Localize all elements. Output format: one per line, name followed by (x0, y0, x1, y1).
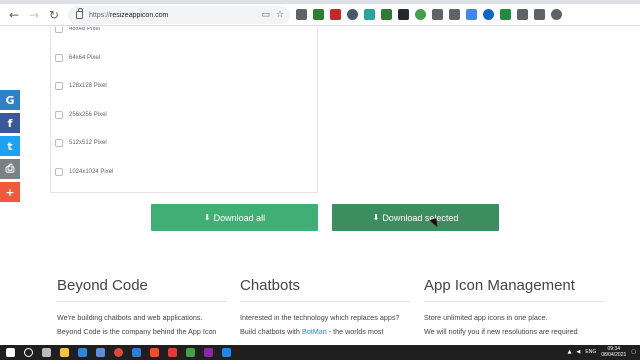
star-icon[interactable]: ☆ (276, 9, 284, 21)
app-icon[interactable] (168, 348, 177, 357)
language-indicator[interactable]: ENG (585, 349, 596, 355)
size-checkbox[interactable] (55, 53, 63, 62)
extension-icon[interactable] (517, 9, 528, 20)
edge-icon[interactable] (78, 348, 87, 357)
size-option[interactable]: 512x512 Pixel (55, 139, 107, 147)
app-icon[interactable] (186, 348, 195, 357)
section-title: Beyond Code (57, 277, 148, 294)
lock-icon (76, 8, 83, 19)
app-icon-management-section: App Icon Management Store unlimited app … (424, 277, 604, 341)
extension-icon[interactable] (381, 9, 392, 20)
url-text: https://resizeappicon.com (89, 11, 169, 19)
section-title: App Icon Management (424, 277, 575, 294)
windows-taskbar: ▲ ◀ ENG 09:34 08/04/2021 ▢ (0, 345, 640, 360)
cast-icon[interactable]: ▭ (261, 9, 270, 21)
extension-icon[interactable] (347, 9, 358, 20)
vscode-icon[interactable] (132, 348, 141, 357)
section-title: Chatbots (240, 277, 301, 294)
size-option[interactable]: 1024x1024 Pixel (55, 167, 114, 176)
app-icon[interactable] (222, 348, 231, 357)
extension-icon[interactable] (551, 9, 562, 20)
size-checkbox[interactable] (55, 82, 63, 90)
more-share-icon[interactable]: + (0, 182, 20, 202)
size-option[interactable]: 256x256 Pixel (55, 110, 107, 119)
size-label: 64x64 Pixel (69, 54, 101, 61)
google-share-icon[interactable]: G (0, 90, 20, 110)
size-checkbox[interactable] (55, 139, 63, 147)
clock[interactable]: 09:34 08/04/2021 (601, 346, 626, 358)
forward-icon[interactable]: → (24, 5, 44, 25)
chrome-icon[interactable] (114, 348, 123, 357)
size-option[interactable]: 48x48 Pixel (55, 27, 100, 33)
size-label: 256x256 Pixel (69, 111, 107, 118)
size-label: 48x48 Pixel (69, 27, 101, 32)
file-explorer-icon[interactable] (60, 348, 69, 357)
extension-icon[interactable] (466, 9, 477, 20)
size-label: 1024x1024 Pixel (69, 168, 114, 175)
extension-icon[interactable] (330, 9, 341, 20)
notifications-icon[interactable]: ▢ (631, 349, 636, 355)
address-bar[interactable]: https://resizeappicon.com ▭ ☆ (68, 6, 290, 24)
botman-link[interactable]: BotMan (302, 327, 327, 336)
extension-icon[interactable] (432, 9, 443, 20)
beyond-code-section: Beyond Code We're building chatbots and … (57, 277, 227, 341)
extension-icon[interactable] (500, 9, 511, 20)
back-icon[interactable]: ← (4, 5, 24, 25)
size-checkbox[interactable] (55, 167, 63, 176)
extension-icon[interactable] (534, 9, 545, 20)
extensions-area (296, 9, 562, 20)
windows-start-icon[interactable] (6, 348, 15, 357)
extension-icon[interactable] (483, 9, 494, 20)
download-icon: ⬇ (372, 213, 380, 222)
browser-toolbar: ← → ↻ https://resizeappicon.com ▭ ☆ (0, 4, 640, 26)
network-icon[interactable]: ▲ (568, 349, 572, 355)
download-all-button[interactable]: ⬇ Download all (151, 204, 318, 231)
print-share-icon[interactable]: ⎙ (0, 159, 20, 179)
extension-icon[interactable] (415, 9, 426, 20)
divider (424, 301, 604, 302)
page-content: 48x48 Pixel 64x64 Pixel 128x128 Pixel 256x2… (0, 27, 640, 345)
app-icon[interactable] (204, 348, 213, 357)
system-tray: ▲ ◀ ENG 09:34 08/04/2021 ▢ (568, 346, 636, 358)
task-view-icon[interactable] (42, 348, 51, 357)
facebook-share-icon[interactable]: f (0, 113, 20, 133)
reload-icon[interactable]: ↻ (44, 5, 64, 25)
divider (57, 301, 227, 302)
extension-icon[interactable] (364, 9, 375, 20)
size-checkbox[interactable] (55, 27, 63, 33)
extension-icon[interactable] (313, 9, 324, 20)
volume-icon[interactable]: ◀ (577, 349, 581, 355)
divider (240, 301, 410, 302)
twitter-share-icon[interactable]: t (0, 136, 20, 156)
download-selected-button[interactable]: ⬇ Download selected (332, 204, 499, 231)
extension-icon[interactable] (398, 9, 409, 20)
size-label: 128x128 Pixel (69, 83, 107, 89)
size-option[interactable]: 128x128 Pixel (55, 82, 107, 90)
size-option[interactable]: 64x64 Pixel (55, 53, 101, 62)
chatbots-section: Chatbots Interested in the technology wh… (240, 277, 410, 341)
size-label: 512x512 Pixel (69, 140, 107, 146)
search-icon[interactable] (24, 348, 33, 357)
download-icon: ⬇ (203, 213, 211, 222)
store-icon[interactable] (96, 348, 105, 357)
size-options-panel: 48x48 Pixel 64x64 Pixel 128x128 Pixel 256x2… (50, 27, 318, 193)
app-icon[interactable] (150, 348, 159, 357)
extension-icon[interactable] (296, 9, 307, 20)
size-checkbox[interactable] (55, 110, 63, 119)
extension-icon[interactable] (449, 9, 460, 20)
